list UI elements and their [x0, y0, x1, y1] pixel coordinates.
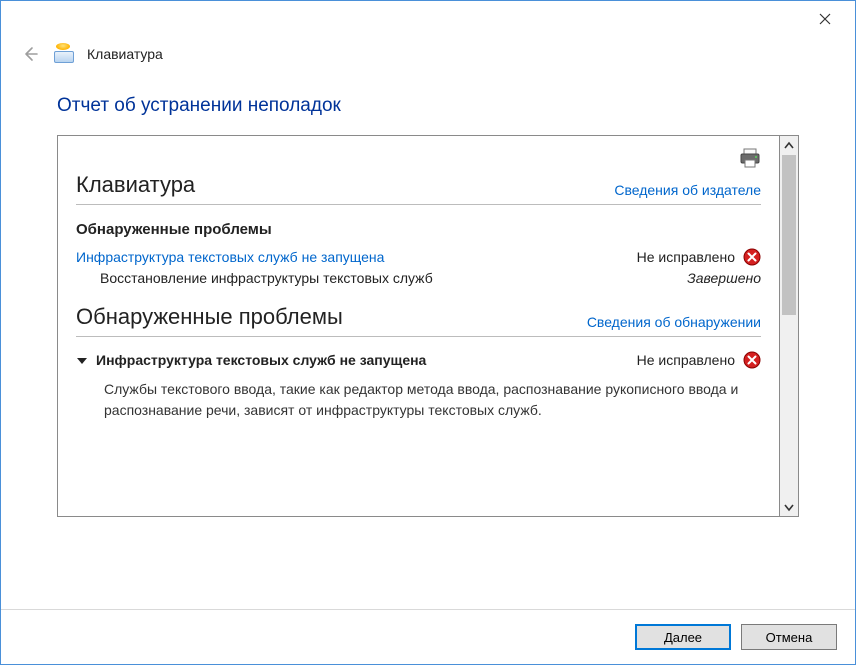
wizard-window: Клавиатура Отчет об устранении неполадок — [0, 0, 856, 665]
collapse-toggle[interactable] — [76, 354, 88, 366]
scroll-down-button[interactable] — [780, 497, 798, 516]
footer: Далее Отмена — [1, 609, 855, 664]
issue-detail-block: Инфраструктура текстовых служб не запуще… — [76, 351, 761, 421]
section-keyboard-title: Клавиатура — [76, 172, 195, 198]
step-text: Восстановление инфраструктуры текстовых … — [100, 270, 433, 286]
close-icon — [819, 13, 831, 25]
issue-detail-title: Инфраструктура текстовых служб не запуще… — [96, 352, 426, 368]
error-icon — [743, 248, 761, 266]
issues-found-heading: Обнаруженные проблемы — [76, 221, 761, 238]
keyboard-icon — [53, 45, 75, 63]
detection-details-link[interactable]: Сведения об обнаружении — [587, 314, 761, 330]
back-button[interactable] — [19, 43, 41, 65]
section-keyboard-header: Клавиатура Сведения об издателе — [76, 172, 761, 205]
report-pane: Клавиатура Сведения об издателе Обнаруже… — [57, 135, 780, 517]
issue-detail-header: Инфраструктура текстовых служб не запуще… — [76, 351, 761, 369]
step-status: Завершено — [687, 270, 761, 286]
issue-row: Инфраструктура текстовых служб не запуще… — [76, 248, 761, 266]
header-row: Клавиатура — [1, 37, 855, 65]
issue-status: Не исправлено — [637, 248, 761, 266]
back-arrow-icon — [21, 45, 39, 63]
scroll-thumb[interactable] — [782, 155, 796, 315]
chevron-up-icon — [784, 141, 794, 151]
page-title: Отчет об устранении неполадок — [1, 65, 855, 135]
vertical-scrollbar[interactable] — [780, 135, 799, 517]
issue-status-text: Не исправлено — [637, 249, 735, 265]
issue-detail-status-text: Не исправлено — [637, 352, 735, 368]
issue-detail-status: Не исправлено — [637, 351, 761, 369]
print-button[interactable] — [739, 148, 761, 168]
printer-icon — [739, 148, 761, 168]
issue-detail-description: Службы текстового ввода, такие как редак… — [104, 379, 761, 421]
issue-link[interactable]: Инфраструктура текстовых служб не запуще… — [76, 249, 384, 265]
titlebar — [1, 1, 855, 37]
caret-down-icon — [76, 355, 88, 367]
error-icon — [743, 351, 761, 369]
troubleshooter-name: Клавиатура — [87, 46, 163, 62]
print-row — [76, 146, 761, 170]
next-button[interactable]: Далее — [635, 624, 731, 650]
issue-detail-header-left: Инфраструктура текстовых служб не запуще… — [76, 352, 426, 368]
chevron-down-icon — [784, 502, 794, 512]
scroll-up-button[interactable] — [780, 136, 798, 155]
report-container: Клавиатура Сведения об издателе Обнаруже… — [57, 135, 799, 517]
close-button[interactable] — [805, 5, 845, 33]
section-detected-title: Обнаруженные проблемы — [76, 304, 343, 330]
cancel-button[interactable]: Отмена — [741, 624, 837, 650]
step-row: Восстановление инфраструктуры текстовых … — [100, 270, 761, 286]
report-content: Клавиатура Сведения об издателе Обнаруже… — [58, 136, 779, 435]
publisher-details-link[interactable]: Сведения об издателе — [614, 182, 761, 198]
section-detected-header: Обнаруженные проблемы Сведения об обнару… — [76, 304, 761, 337]
scroll-track[interactable] — [780, 155, 798, 497]
